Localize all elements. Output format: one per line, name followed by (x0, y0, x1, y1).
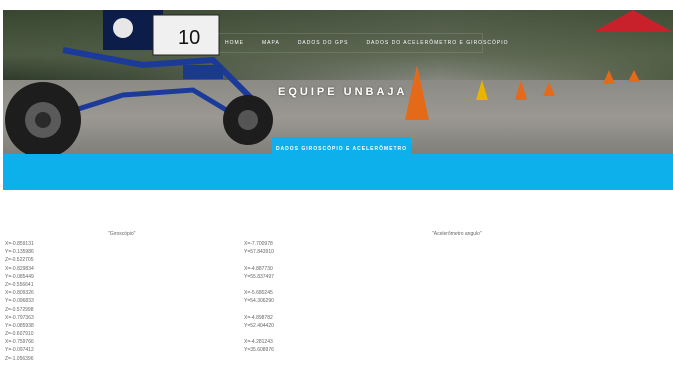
gyro-line: Y=-0.085449 (5, 273, 34, 280)
accel-line: X=-7.700978 (244, 241, 273, 247)
accel-line (244, 256, 274, 264)
accel-line: X=-4.887730 (244, 265, 273, 272)
accel-line: X=-4.281243 (244, 339, 273, 346)
accel-angle-title: "Acelerômetro angulo" (432, 231, 482, 237)
baja-buggy-image: 10 (5, 10, 273, 155)
hero-title: EQUIPE UNBAJA (278, 86, 408, 98)
main-nav: HOME MAPA DADOS DO GPS DADOS DO ACELERÔM… (216, 33, 508, 53)
accel-line (244, 306, 274, 314)
accel-line: Y=54.306290 (244, 298, 274, 305)
gyro-line: Z=-0.572998 (5, 306, 34, 313)
accel-line: Y=57.843910 (244, 249, 274, 256)
traffic-cone (405, 65, 429, 120)
gyro-line: X=-0.759766 (5, 339, 34, 346)
nav-dados-gps[interactable]: DADOS DO GPS (298, 40, 349, 46)
accel-line: Y=55.837497 (244, 273, 274, 280)
traffic-cone (476, 80, 488, 100)
gyro-line: X=-0.859131 (5, 241, 34, 247)
accel-line (244, 330, 274, 338)
gyro-title: "Giroscópio" (108, 231, 136, 237)
nav-dados-acelerometro-giroscopio[interactable]: DADOS DO ACELERÔMETRO E GIROSCÓPIO (366, 40, 508, 46)
accel-line: X=-5.680245 (244, 290, 273, 297)
gyro-line: Z=-0.522705 (5, 257, 34, 264)
gyro-line: X=-0.797363 (5, 314, 34, 321)
accel-line: Y=52.404420 (244, 322, 274, 329)
traffic-cone (603, 70, 615, 84)
gyro-line: Z=-0.556641 (5, 281, 34, 288)
nav-home[interactable]: HOME (225, 40, 244, 46)
gyro-line: Y=-0.096833 (5, 298, 34, 305)
gyro-line: Y=-0.097412 (5, 347, 34, 354)
gyro-line: Z=-1.056396 (5, 355, 34, 362)
gyro-line: Z=-0.607910 (5, 331, 34, 338)
accel-line: Y=35.608976 (244, 347, 274, 354)
gyro-line: Y=-0.135986 (5, 249, 34, 256)
hero-banner: 10 HOME MAPA DADOS DO GPS DADOS DO ACELE… (3, 10, 673, 155)
accel-line (244, 281, 274, 289)
traffic-cone (515, 80, 527, 100)
traffic-cone (543, 82, 555, 96)
car-number: 10 (178, 27, 200, 49)
accel-line (244, 355, 274, 363)
section-tab: DADOS GIROSCÓPIO E ACELERÔMETRO (272, 137, 411, 161)
gyro-line: X=-0.809326 (5, 290, 34, 297)
traffic-cone (628, 70, 640, 82)
gyro-line: Y=-0.085938 (5, 322, 34, 329)
nav-mapa[interactable]: MAPA (262, 40, 280, 46)
gyro-line: X=-0.829834 (5, 265, 34, 272)
accel-data-list: X=-7.700978 Y=57.843910 X=-4.887730 Y=55… (244, 240, 274, 363)
gyro-data-list: X=-0.859131 Y=-0.135986 Z=-0.522705 X=-0… (5, 240, 34, 363)
accel-line: X=-4.898782 (244, 314, 273, 321)
